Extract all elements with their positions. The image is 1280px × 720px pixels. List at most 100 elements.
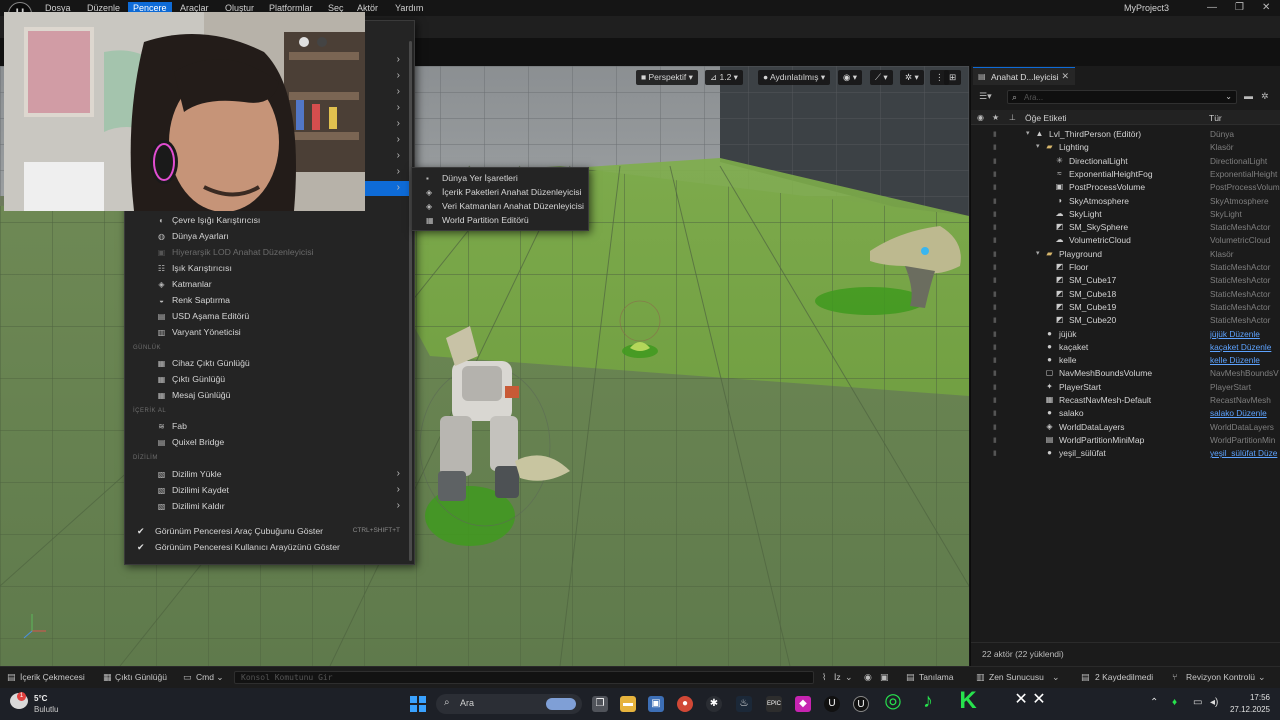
layout-button[interactable]: ⊞ (944, 70, 962, 85)
windows-start-icon[interactable] (410, 696, 426, 712)
transform-tools-button[interactable]: ⟋ ▾ (870, 70, 893, 85)
view-mode-button[interactable]: ● Aydınlatılmış ▾ (758, 70, 831, 85)
taskbar-search[interactable]: ⌕ Ara (436, 694, 582, 714)
outliner-row[interactable]: ▮ ✦ PlayerStart PlayerStart (971, 380, 1280, 393)
menu-item-env-light-mixer[interactable]: ◐ Çevre Işığı Karıştırıcısı (125, 213, 410, 228)
steam-icon[interactable]: ♨ (736, 696, 752, 712)
outliner-row[interactable]: ▮ ◩ SM_Cube19 StaticMeshActor (971, 300, 1280, 313)
menu-item-world-settings[interactable]: ◍ Dünya Ayarları (125, 229, 410, 244)
chevron-down-icon[interactable]: ⌄ (1258, 672, 1266, 683)
visibility-eye-icon[interactable]: ◉ (977, 113, 984, 122)
visibility-toggle-icon[interactable]: ▮ (993, 157, 1000, 165)
visibility-toggle-icon[interactable]: ▮ (993, 250, 1000, 258)
menu-item-usd-stage[interactable]: ▤ USD Aşama Editörü (125, 309, 410, 324)
purple-app-icon[interactable]: ◆ (795, 696, 811, 712)
tiktok-icon[interactable]: ♪ (915, 688, 941, 714)
visibility-toggle-icon[interactable]: ▮ (993, 236, 1000, 244)
camera-capture-icon[interactable]: ▣ (880, 672, 889, 683)
outliner-row[interactable]: ▮ ▦ RecastNavMesh-Default RecastNavMesh (971, 393, 1280, 406)
menu-item-layers[interactable]: ◈ Katmanlar (125, 277, 410, 292)
outliner-row[interactable]: ▮ ◩ SM_Cube17 StaticMeshActor (971, 273, 1280, 286)
star-icon[interactable]: ★ (992, 113, 999, 122)
menu-item-remove-layout[interactable]: ▧ Dizilimi Kaldır › (125, 499, 410, 514)
weather-desc[interactable]: Bulutlu (34, 705, 58, 714)
visibility-toggle-icon[interactable]: ▮ (993, 276, 1000, 284)
menu-item-color-grading[interactable]: ◒ Renk Saptırma (125, 293, 410, 308)
console-command-input[interactable]: Konsol Komutunu Gir (234, 671, 814, 684)
close-window-icon[interactable]: ✕ (1262, 2, 1270, 13)
revision-control-button[interactable]: Revizyon Kontrolü (1186, 672, 1255, 682)
close-tab-icon[interactable]: ✕ (1061, 71, 1069, 82)
menu-item-output-log[interactable]: ▦ Çıktı Günlüğü (125, 372, 410, 387)
visibility-toggle-icon[interactable]: ▮ (993, 356, 1000, 364)
visibility-toggle-icon[interactable]: ▮ (993, 330, 1000, 338)
submenu-item-content-bundles[interactable]: ◈ İçerik Paketleri Anahat Düzenleyicisi (412, 185, 588, 199)
zen-server-button[interactable]: Zen Sunucusu (989, 672, 1044, 682)
visibility-toggle-icon[interactable]: ▮ (993, 290, 1000, 298)
outliner-tab[interactable]: ▤ Anahat D...leyicisi ✕ (973, 67, 1075, 85)
visibility-toggle-icon[interactable]: ▮ (993, 183, 1000, 191)
filter-icon[interactable]: ☰▾ (979, 91, 992, 102)
outliner-row[interactable]: ▮ ◈ WorldDataLayers WorldDataLayers (971, 420, 1280, 433)
content-drawer-button[interactable]: İçerik Çekmecesi (20, 672, 85, 682)
menu-item-message-log[interactable]: ▦ Mesaj Günlüğü (125, 388, 410, 403)
visibility-toggle-icon[interactable]: ▮ (993, 369, 1000, 377)
column-item-label[interactable]: Öğe Etiketi (1025, 113, 1067, 123)
output-log-button[interactable]: Çıktı Günlüğü (115, 672, 167, 682)
outliner-row[interactable]: ▮ ● kaçaket kaçaket Düzenle (971, 340, 1280, 353)
outliner-row[interactable]: ▮ ◩ SM_Cube20 StaticMeshActor (971, 313, 1280, 326)
chevron-up-icon[interactable]: ⌃ (1150, 697, 1158, 708)
app-icon[interactable]: ✱ (706, 696, 722, 712)
clock-date[interactable]: 27.12.2025 (1230, 705, 1270, 714)
outliner-row[interactable]: ▮ ● yeşil_sülüfat yeşil_sülüfat Düze (971, 446, 1280, 459)
outliner-row[interactable]: ▮ ☁ SkyLight SkyLight (971, 207, 1280, 220)
settings-gear-icon[interactable]: ✲ (1261, 91, 1269, 102)
outliner-row[interactable]: ▮ ● salako salako Düzenle (971, 406, 1280, 419)
outliner-row[interactable]: ▮ ☁ VolumetricCloud VolumetricCloud (971, 233, 1280, 246)
weather-temp[interactable]: 5°C (34, 694, 47, 703)
file-explorer-icon[interactable]: ▬ (620, 696, 636, 712)
outliner-row[interactable]: ▮ ● kelle kelle Düzenle (971, 353, 1280, 366)
submenu-item-world-partition[interactable]: ▦ World Partition Editörü (412, 213, 588, 227)
camera-speed-button[interactable]: ⊿ 1.2 ▾ (705, 70, 743, 85)
visibility-toggle-icon[interactable]: ▮ (993, 197, 1000, 205)
outliner-row[interactable]: ▮ ◩ SM_SkySphere StaticMeshActor (971, 220, 1280, 233)
store-icon[interactable]: ▣ (648, 696, 664, 712)
restore-icon[interactable]: ❐ (1235, 2, 1244, 13)
clock-time[interactable]: 17:56 (1250, 693, 1270, 702)
visibility-toggle-icon[interactable]: ▮ (993, 423, 1000, 431)
menu-item-save-layout[interactable]: ▧ Dizilimi Kaydet › (125, 483, 410, 498)
menu-item-show-viewport-toolbar[interactable]: ✔ Görünüm Penceresi Araç Çubuğunu Göster… (125, 524, 410, 539)
outliner-row[interactable]: ▮ ◩ Floor StaticMeshActor (971, 260, 1280, 273)
edit-blueprint-link[interactable]: jüjük Düzenle (1210, 329, 1280, 339)
volume-icon[interactable]: ◂) (1210, 697, 1218, 708)
edit-blueprint-link[interactable]: salako Düzenle (1210, 408, 1280, 418)
column-type[interactable]: Tür (1209, 113, 1222, 123)
menu-item-load-layout[interactable]: ▧ Dizilim Yükle › (125, 467, 410, 482)
chevron-down-icon[interactable]: ⌄ (1052, 672, 1060, 683)
cmd-selector[interactable]: Cmd ⌄ (196, 672, 223, 683)
expand-caret-icon[interactable]: ▾ (1036, 142, 1040, 150)
menu-item-variant-manager[interactable]: ▥ Varyant Yöneticisi (125, 325, 410, 340)
add-folder-icon[interactable]: ▬ (1244, 91, 1253, 101)
minimize-icon[interactable]: — (1207, 2, 1217, 13)
show-flags-button[interactable]: ◉ ▾ (838, 70, 863, 85)
outliner-row[interactable]: ▮ ▾ ▲ Lvl_ThirdPerson (Editör) Dünya (971, 127, 1280, 140)
menu-item-light-mixer[interactable]: ☷ Işık Karıştırıcısı (125, 261, 410, 276)
visibility-toggle-icon[interactable]: ▮ (993, 436, 1000, 444)
edit-blueprint-link[interactable]: kelle Düzenle (1210, 355, 1280, 365)
outliner-row[interactable]: ▮ ✳ DirectionalLight DirectionalLight (971, 154, 1280, 167)
outliner-row[interactable]: ▮ ▤ WorldPartitionMiniMap WorldPartitionMin (971, 433, 1280, 446)
visibility-toggle-icon[interactable]: ▮ (993, 130, 1000, 138)
submenu-item-data-layers[interactable]: ◈ Veri Katmanları Anahat Düzenleyicisi (412, 199, 588, 213)
expand-caret-icon[interactable]: ▾ (1036, 249, 1040, 257)
edit-blueprint-link[interactable]: yeşil_sülüfat Düze (1210, 448, 1280, 458)
visibility-toggle-icon[interactable]: ▮ (993, 409, 1000, 417)
chevron-down-icon[interactable]: ⌄ (1225, 92, 1232, 101)
visibility-toggle-icon[interactable]: ▮ (993, 170, 1000, 178)
chevron-down-icon[interactable]: ⌄ (845, 672, 853, 683)
outliner-row[interactable]: ▮ ▾ ▰ Lighting Klasör (971, 140, 1280, 153)
settings-button[interactable]: ✲ ▾ (900, 70, 924, 85)
submenu-item-world-bookmarks[interactable]: ▪ Dünya Yer İşaretleri (412, 171, 588, 185)
outliner-row[interactable]: ▮ ▣ PostProcessVolume PostProcessVolume (971, 180, 1280, 193)
